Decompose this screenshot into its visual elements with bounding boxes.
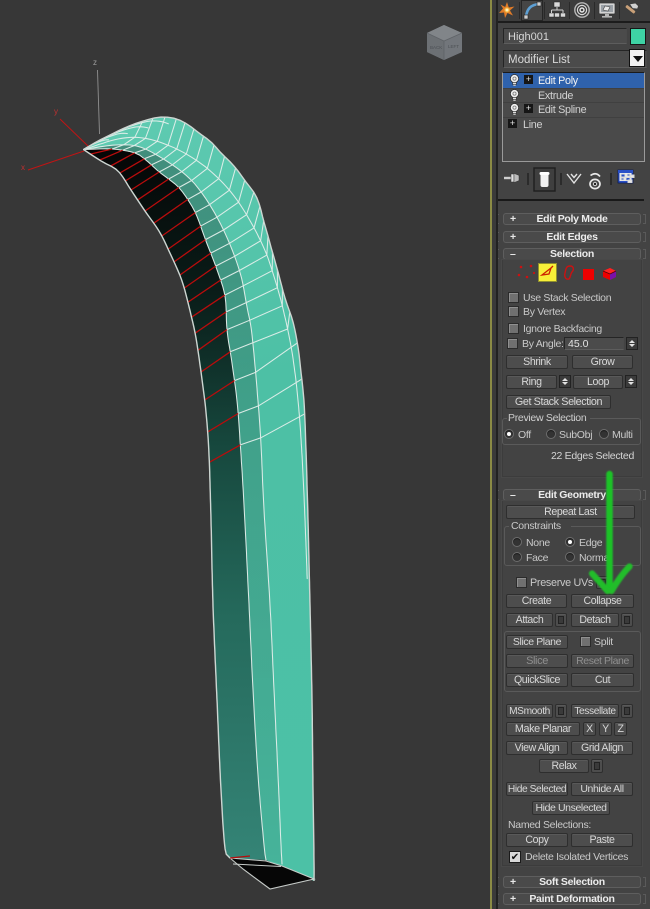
svg-text:BACK: BACK	[430, 45, 442, 50]
svg-text:y: y	[54, 107, 58, 116]
svg-text:LEFT: LEFT	[448, 44, 459, 49]
svg-text:x: x	[21, 163, 25, 172]
svg-text:z: z	[93, 58, 97, 67]
